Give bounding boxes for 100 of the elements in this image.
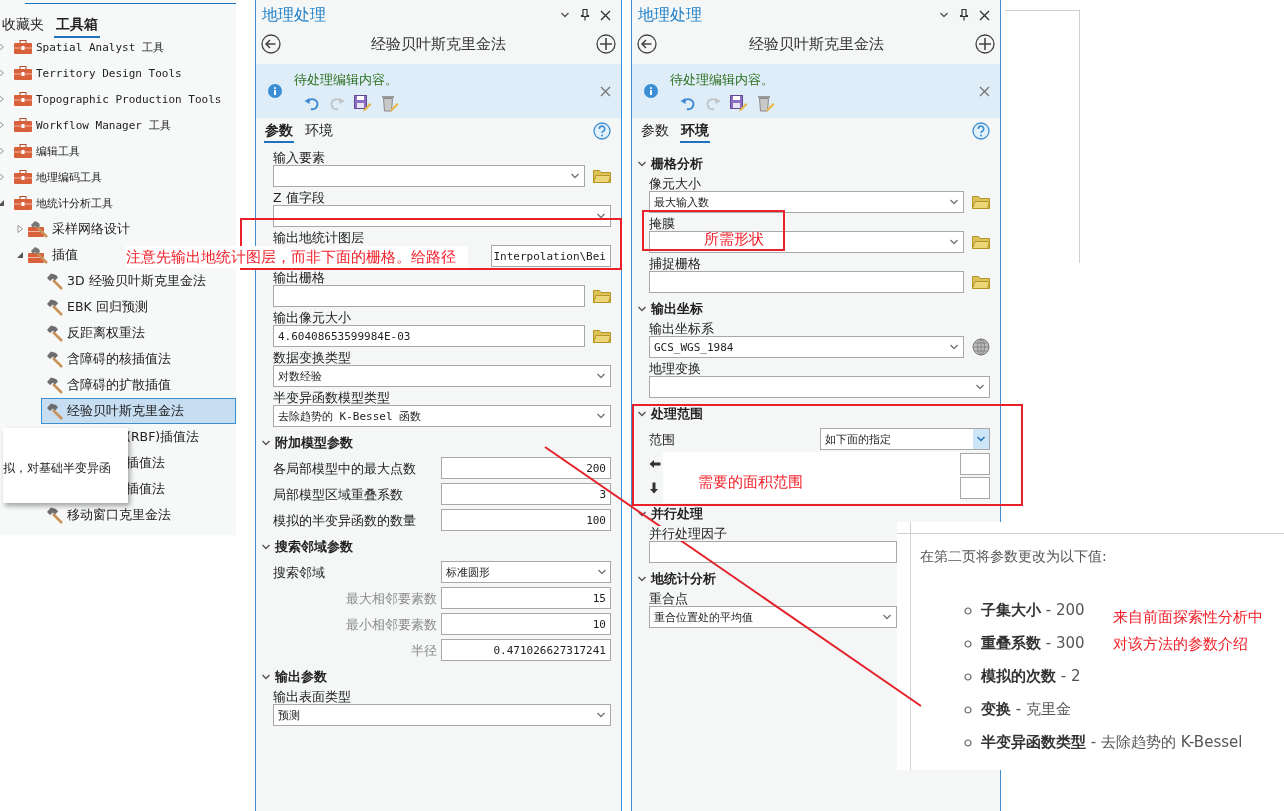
input-field[interactable] <box>649 271 964 293</box>
help-icon[interactable] <box>972 122 990 140</box>
number-field[interactable]: 100 <box>441 509 611 531</box>
tree-item[interactable]: Workflow Manager 工具 <box>0 112 171 138</box>
expand-arrow-icon[interactable] <box>16 225 24 233</box>
field-label: 最小相邻要素数 <box>345 616 438 632</box>
input-field[interactable]: Interpolation\Bei <box>491 245 611 267</box>
input-field[interactable] <box>649 541 897 563</box>
tree-item[interactable]: 插值 <box>0 242 78 268</box>
input-field[interactable] <box>960 453 990 475</box>
dropdown-field[interactable]: 最大输入数 <box>649 191 964 213</box>
chevron-down-icon[interactable] <box>560 11 570 19</box>
input-field[interactable] <box>273 285 585 307</box>
folder-icon[interactable] <box>593 169 611 183</box>
chevron-down-icon[interactable] <box>261 542 271 551</box>
dropdown-field[interactable]: 如下面的指定 <box>820 428 990 450</box>
folder-icon[interactable] <box>972 275 990 289</box>
dropdown-field[interactable] <box>273 205 611 227</box>
save-edits-icon[interactable] <box>730 94 748 111</box>
add-icon[interactable] <box>596 34 616 54</box>
pin-icon[interactable] <box>959 9 969 21</box>
input-field[interactable] <box>960 477 990 499</box>
chevron-down-icon[interactable] <box>637 409 647 418</box>
tree-item[interactable]: 地理编码工具 <box>0 164 102 190</box>
chevron-down-icon[interactable] <box>637 159 647 168</box>
add-icon[interactable] <box>975 34 995 54</box>
dropdown-field[interactable]: 标准圆形 <box>441 561 611 583</box>
input-field[interactable]: 4.60408653599984E-03 <box>273 325 585 347</box>
tab[interactable]: 环境 <box>680 119 710 143</box>
tree-item[interactable]: 移动窗口克里金法 <box>41 502 236 528</box>
tree-item[interactable]: 编辑工具 <box>0 138 80 164</box>
folder-icon[interactable] <box>593 289 611 303</box>
chevron-down-icon[interactable] <box>637 304 647 313</box>
tree-item[interactable]: 含障碍的核插值法 <box>41 346 236 372</box>
field-label: 半变异函数模型类型 <box>273 390 390 405</box>
tree-item[interactable]: 地统计分析工具 <box>0 190 113 216</box>
down-arrow-icon <box>649 482 659 494</box>
dropdown-field[interactable] <box>649 376 990 398</box>
number-field[interactable]: 15 <box>441 587 611 609</box>
chevron-down-icon[interactable] <box>637 509 647 518</box>
pin-icon[interactable] <box>580 9 590 21</box>
number-field[interactable]: 3 <box>441 483 611 505</box>
tab[interactable]: 工具箱 <box>54 14 100 38</box>
folder-icon[interactable] <box>972 195 990 209</box>
dropdown-field[interactable]: 对数经验 <box>273 365 611 387</box>
tree-item[interactable]: 经验贝叶斯克里金法 <box>41 398 236 424</box>
back-icon[interactable] <box>637 34 657 54</box>
folder-icon[interactable] <box>593 329 611 343</box>
save-edits-icon[interactable] <box>354 94 372 111</box>
chevron-down-icon[interactable] <box>596 212 606 220</box>
globe-icon[interactable] <box>972 338 990 356</box>
chevron-down-icon[interactable] <box>596 372 606 380</box>
number-field[interactable]: 10 <box>441 613 611 635</box>
dropdown-field[interactable]: 去除趋势的 K-Bessel 函数 <box>273 405 611 427</box>
number-field[interactable]: 200 <box>441 457 611 479</box>
chevron-down-icon[interactable] <box>975 383 985 391</box>
discard-edits-icon[interactable] <box>381 93 399 112</box>
help-icon[interactable] <box>593 122 611 140</box>
chevron-down-icon[interactable] <box>596 711 606 719</box>
chevron-down-icon[interactable] <box>597 568 607 576</box>
annotation-note: 注意先输出地统计图层，而非下面的栅格。给路径 <box>126 246 468 268</box>
dropdown-field[interactable]: 重合位置处的平均值 <box>649 606 897 628</box>
hammer-icon <box>46 350 64 368</box>
dropdown-field[interactable] <box>649 231 964 253</box>
chevron-down-icon[interactable] <box>949 343 959 351</box>
chevron-down-icon[interactable] <box>976 435 986 443</box>
section-title: 处理范围 <box>651 404 703 423</box>
tab[interactable]: 参数 <box>640 119 670 143</box>
tree-item[interactable]: Territory Design Tools <box>0 60 182 86</box>
chevron-down-icon[interactable] <box>949 198 959 206</box>
chevron-down-icon[interactable] <box>637 574 647 583</box>
tree-item[interactable]: 反距离权重法 <box>41 320 236 346</box>
folder-icon[interactable] <box>972 235 990 249</box>
tree-item[interactable]: EBK 回归预测 <box>41 294 236 320</box>
dropdown-field[interactable] <box>273 165 585 187</box>
tree-item[interactable]: 含障碍的扩散插值 <box>41 372 236 398</box>
chevron-down-icon[interactable] <box>261 438 271 447</box>
chevron-down-icon[interactable] <box>570 172 580 180</box>
field-label: 输出坐标系 <box>649 321 714 336</box>
list-item-text: 半变异函数类型 - 去除趋势的 K-Bessel <box>981 733 1243 752</box>
chevron-down-icon[interactable] <box>939 11 949 19</box>
chevron-down-icon[interactable] <box>261 672 271 681</box>
dropdown-field[interactable]: GCS_WGS_1984 <box>649 336 964 358</box>
collapse-arrow-icon[interactable] <box>16 251 24 259</box>
tree-item[interactable]: 3D 经验贝叶斯克里金法 <box>41 268 236 294</box>
tab[interactable]: 环境 <box>304 119 334 143</box>
close-icon[interactable] <box>600 9 611 21</box>
discard-edits-icon[interactable] <box>757 93 775 112</box>
close-icon[interactable] <box>979 9 990 21</box>
tree-item[interactable]: 采样网络设计 <box>0 216 130 242</box>
number-field[interactable]: 0.471026627317241 <box>441 639 611 661</box>
dropdown-field[interactable]: 预测 <box>273 704 611 726</box>
field-label: 范围 <box>649 431 676 447</box>
chevron-down-icon[interactable] <box>949 238 959 246</box>
back-icon[interactable] <box>261 34 281 54</box>
chevron-down-icon[interactable] <box>882 613 892 621</box>
tab[interactable]: 参数 <box>264 119 294 143</box>
chevron-down-icon[interactable] <box>596 412 606 420</box>
tree-item[interactable]: Topographic Production Tools <box>0 86 222 112</box>
list-item-text: 子集大小 - 200 <box>981 601 1085 620</box>
